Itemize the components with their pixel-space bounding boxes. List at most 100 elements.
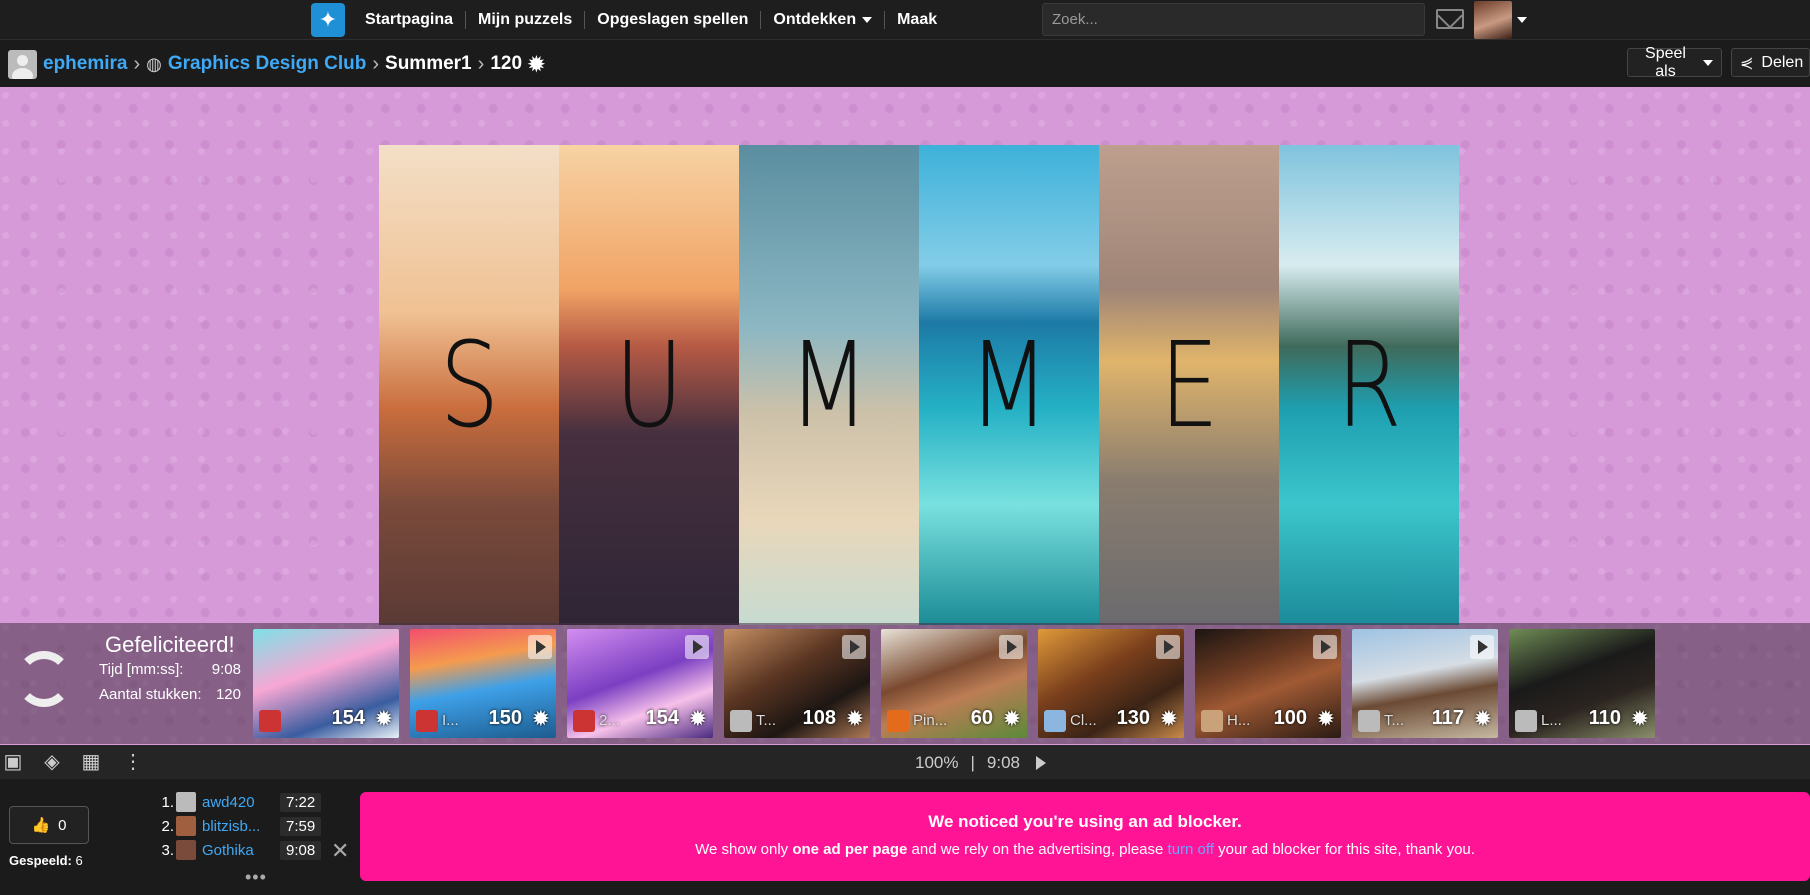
lb-name[interactable]: awd420 [202, 794, 272, 811]
more-vertical-icon[interactable]: ⋮ [122, 751, 144, 773]
zoom-timer: 100% | 9:08 [915, 753, 1046, 773]
puzzle-thumb[interactable]: T... 108 ✹ [724, 629, 870, 738]
ghost-icon[interactable]: ◈ [41, 751, 63, 773]
avatar[interactable] [1474, 1, 1512, 39]
nav-my-puzzles-label: Mijn puzzels [478, 11, 573, 28]
puzzle-letter: S [439, 316, 499, 454]
puzzle-piece-icon: ✹ [1002, 706, 1021, 731]
play-icon[interactable] [685, 635, 709, 659]
thumb-count: 100 [1273, 707, 1307, 729]
nav-my-puzzles[interactable]: Mijn puzzels [466, 11, 586, 29]
user-avatar-icon[interactable] [8, 49, 37, 79]
nav-discover[interactable]: Ontdekken [761, 11, 886, 29]
lb-rank: 3. [161, 841, 174, 859]
chevron-down-icon [1703, 59, 1713, 66]
puzzle-strip: M [739, 145, 919, 625]
turn-off-link[interactable]: turn off [1168, 841, 1214, 858]
breadcrumb-club[interactable]: Graphics Design Club [168, 53, 366, 75]
play-icon[interactable] [1156, 635, 1180, 659]
nav-saved-games[interactable]: Opgeslagen spellen [585, 11, 762, 29]
time-stat: Tijd [mm:ss]: 9:08 [99, 661, 241, 678]
rose-icon [259, 710, 281, 732]
thumb-label: H... [1227, 712, 1251, 729]
thumb-label: Cl... [1070, 712, 1097, 729]
logo-puzzle-icon[interactable]: ✦ [311, 3, 345, 37]
breadcrumb-bar: ephemira › ◍ Graphics Design Club › Summ… [0, 41, 1810, 87]
user-avatar-icon [730, 710, 752, 732]
adblock-notice: We noticed you're using an ad blocker. W… [360, 792, 1810, 881]
chevron-down-icon[interactable] [1517, 17, 1527, 23]
puzzle-thumb[interactable]: L... 110 ✹ [1509, 629, 1655, 738]
played-count: Gespeeld: 6 [9, 853, 83, 868]
puzzle-thumb[interactable]: Cl... 130 ✹ [1038, 629, 1184, 738]
share-icon: ⋞ [1740, 54, 1754, 72]
play-icon[interactable] [1036, 756, 1046, 770]
rose-icon [573, 710, 595, 732]
play-icon[interactable] [528, 635, 552, 659]
breadcrumb: ephemira › ◍ Graphics Design Club › Summ… [8, 48, 545, 80]
thumbs-up-icon: 👍 [31, 817, 51, 834]
nav-discover-label: Ontdekken [773, 11, 857, 28]
chevron-down-icon [862, 17, 873, 23]
puzzle-piece-icon: ✹ [531, 706, 550, 731]
puzzle-thumb[interactable]: H... 100 ✹ [1195, 629, 1341, 738]
puzzle-thumb[interactable]: T... 117 ✹ [1352, 629, 1498, 738]
top-nav: ✦ Startpagina Mijn puzzels Opgeslagen sp… [0, 0, 1810, 40]
puzzle-image[interactable]: S U M M E R [379, 145, 1459, 625]
result-panel: Gefeliciteerd! Tijd [mm:ss]: 9:08 Aantal… [0, 623, 1810, 744]
lb-time: 9:08 [280, 840, 322, 860]
nav-create-label: Maak [897, 11, 938, 28]
user-avatar-icon [1201, 710, 1223, 732]
like-count: 0 [58, 816, 67, 834]
puzzle-thumb[interactable]: Pin... 60 ✹ [881, 629, 1027, 738]
puzzle-thumb[interactable]: 2... 154 ✹ [567, 629, 713, 738]
nav-home[interactable]: Startpagina [353, 11, 467, 29]
thumb-count: 130 [1116, 707, 1150, 729]
refresh-icon[interactable] [16, 651, 72, 707]
thumb-label: I... [442, 712, 459, 729]
rose-icon [416, 710, 438, 732]
puzzle-strip: E [1099, 145, 1279, 625]
play-icon[interactable] [1470, 635, 1494, 659]
nav-create[interactable]: Maak [885, 11, 949, 29]
lb-name[interactable]: blitzisb... [202, 818, 272, 835]
zoom-level[interactable]: 100% [915, 753, 958, 773]
play-icon[interactable] [999, 635, 1023, 659]
puzzle-strip: R [1279, 145, 1459, 625]
user-avatar-icon [1358, 710, 1380, 732]
puzzle-letter: M [788, 316, 870, 454]
adblock-title: We noticed you're using an ad blocker. [928, 812, 1242, 831]
puzzle-piece-icon: ✹ [1630, 706, 1649, 731]
image-icon[interactable]: ▣ [2, 751, 24, 773]
play-icon[interactable] [842, 635, 866, 659]
share-button[interactable]: ⋞ Delen [1731, 48, 1810, 77]
adblock-text-bold: one ad per page [792, 841, 908, 858]
search-input[interactable] [1042, 3, 1425, 36]
globe-icon: ◍ [146, 53, 162, 74]
lb-time: 7:22 [280, 792, 322, 812]
play-as-button[interactable]: Speel als [1627, 45, 1722, 80]
puzzle-thumb[interactable]: I... 150 ✹ [410, 629, 556, 738]
share-label: Delen [1761, 53, 1804, 71]
close-icon[interactable]: ✕ [331, 838, 349, 864]
thumb-label: T... [1384, 712, 1405, 729]
avatar [176, 840, 196, 860]
time-value: 9:08 [211, 661, 241, 678]
puzzle-letter: E [1159, 316, 1219, 454]
main-menu: Startpagina Mijn puzzels Opgeslagen spel… [353, 0, 949, 40]
chevron-right-icon: › [372, 52, 380, 75]
play-icon[interactable] [1313, 635, 1337, 659]
puzzle-piece-icon: ✹ [688, 706, 707, 731]
breadcrumb-user[interactable]: ephemira [43, 53, 127, 75]
like-button[interactable]: 👍 0 [9, 806, 89, 844]
mail-icon[interactable] [1436, 9, 1464, 29]
thumb-count: 60 [970, 707, 993, 729]
lb-name[interactable]: Gothika [202, 842, 272, 859]
puzzle-stage: S U M M E R Gefeliciteerd! Tijd [mm:ss]:… [0, 87, 1810, 745]
thumb-count: 117 [1431, 707, 1464, 729]
more-icon[interactable]: ••• [245, 867, 267, 888]
chevron-right-icon: › [133, 52, 141, 75]
pieces-stat: Aantal stukken: 120 [99, 686, 241, 703]
puzzle-thumb[interactable]: 154 ✹ [253, 629, 399, 738]
grid-icon[interactable]: ▦ [80, 751, 102, 773]
